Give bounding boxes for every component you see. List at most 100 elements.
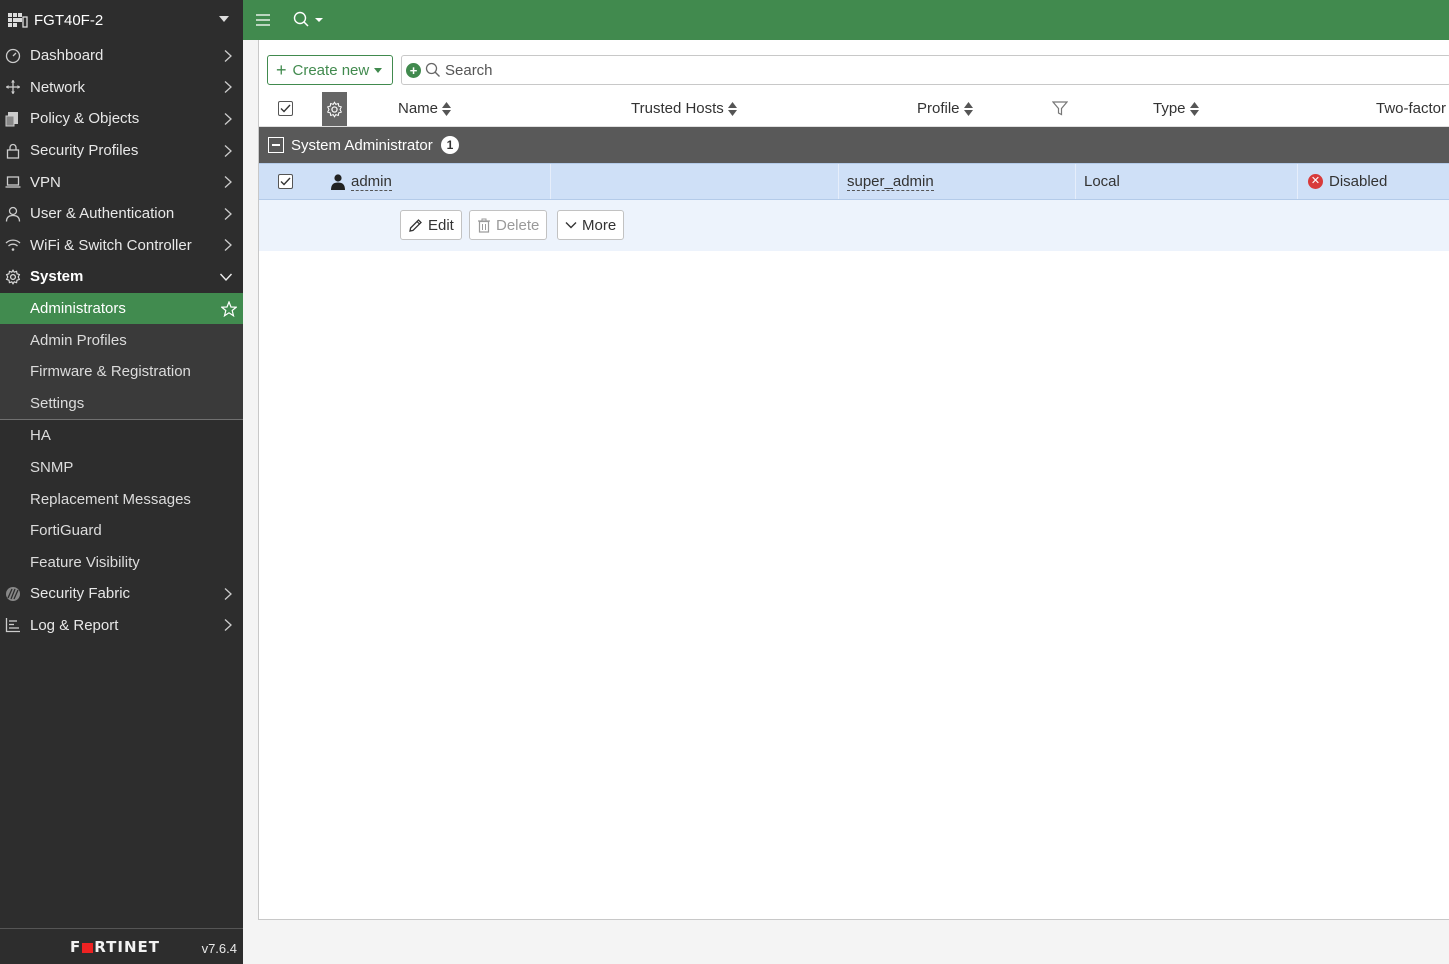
chevron-right-icon — [224, 207, 232, 220]
cell-name: admin — [331, 164, 551, 199]
type-value: Local — [1084, 173, 1120, 190]
error-icon: ✕ — [1308, 174, 1323, 189]
column-profile-label: Profile — [917, 100, 960, 117]
chevron-down-icon — [565, 222, 577, 229]
gear-icon — [326, 100, 343, 118]
column-header-profile[interactable]: Profile — [917, 90, 973, 127]
column-trusted-hosts-label: Trusted Hosts — [631, 100, 724, 117]
sidebar-item-label: Security Fabric — [30, 585, 131, 603]
sidebar-subitem-admin-profiles[interactable]: Admin Profiles — [0, 324, 243, 356]
sidebar-item-label: System — [30, 268, 84, 286]
global-search-icon[interactable] — [293, 11, 327, 29]
dashboard-icon — [4, 47, 22, 65]
create-new-label: Create new — [292, 61, 370, 79]
sidebar-subitem-snmp[interactable]: SNMP — [0, 452, 243, 484]
search-input[interactable] — [445, 61, 1045, 79]
sidebar: FGT40F-2 Dashboard Network Policy & Object… — [0, 0, 243, 964]
sidebar-subitem-ha[interactable]: HA — [0, 420, 243, 452]
fortinet-logo: F RTINET — [70, 938, 160, 956]
device-icon — [8, 13, 28, 28]
sidebar-subitem-label: Admin Profiles — [30, 331, 127, 349]
chevron-down-icon — [374, 67, 383, 73]
create-new-button[interactable]: + Create new — [267, 55, 393, 85]
search-icon — [425, 62, 440, 77]
star-icon[interactable] — [221, 300, 237, 317]
sidebar-subitem-label: Administrators — [30, 300, 126, 318]
sidebar-item-dashboard[interactable]: Dashboard — [0, 40, 243, 72]
column-header-type[interactable]: Type — [1153, 90, 1199, 127]
sidebar-item-log-and-report[interactable]: Log & Report — [0, 610, 243, 642]
sidebar-item-label: Policy & Objects — [30, 110, 140, 128]
sidebar-subitem-feature-visibility[interactable]: Feature Visibility — [0, 547, 243, 579]
sidebar-item-network[interactable]: Network — [0, 72, 243, 104]
chevron-right-icon — [224, 81, 232, 94]
main-content: + Create new + Search Name Trusted Hosts… — [243, 40, 1449, 964]
sidebar-item-vpn[interactable]: VPN — [0, 166, 243, 198]
sort-icon — [727, 101, 737, 116]
select-all-checkbox[interactable] — [278, 90, 293, 127]
group-row[interactable]: System Administrator 1 — [259, 127, 1449, 163]
sidebar-subitem-label: HA — [30, 427, 51, 445]
column-settings-button[interactable] — [322, 92, 347, 126]
table-header: Name Trusted Hosts Profile Type Two-fact… — [259, 90, 1449, 127]
pencil-icon — [409, 218, 422, 232]
column-header-two-factor[interactable]: Two-factor — [1376, 90, 1446, 127]
more-button[interactable]: More — [557, 210, 625, 240]
sidebar-item-wifi-and-switch-controller[interactable]: WiFi & Switch Controller — [0, 230, 243, 262]
column-name-label: Name — [398, 100, 439, 117]
chevron-down-icon — [219, 16, 229, 22]
sidebar-subitem-administrators[interactable]: Administrators — [0, 292, 243, 325]
user-icon — [4, 205, 22, 223]
sidebar-item-security-fabric[interactable]: Security Fabric — [0, 578, 243, 610]
sidebar-subitem-settings[interactable]: Settings — [0, 388, 243, 420]
sidebar-item-label: Security Profiles — [30, 142, 139, 160]
laptop-icon — [4, 173, 22, 191]
column-type-label: Type — [1153, 100, 1186, 117]
plus-icon: + — [276, 60, 287, 80]
sidebar-item-system[interactable]: System — [0, 261, 243, 293]
firmware-version: v7.6.4 — [201, 941, 237, 956]
delete-button[interactable]: Delete — [469, 210, 548, 240]
collapse-icon[interactable] — [268, 137, 284, 153]
chevron-right-icon — [224, 176, 232, 189]
sidebar-subitem-label: Feature Visibility — [30, 553, 140, 571]
device-selector[interactable]: FGT40F-2 — [0, 0, 243, 40]
add-filter-icon[interactable]: + — [406, 62, 421, 78]
row-checkbox[interactable] — [278, 164, 293, 199]
sidebar-subitem-firmware-and-registration[interactable]: Firmware & Registration — [0, 356, 243, 388]
sort-icon — [1189, 101, 1199, 116]
column-header-name[interactable]: Name — [398, 90, 452, 127]
profile-link[interactable]: super_admin — [847, 173, 934, 191]
table-row[interactable]: admin super_admin Local ✕ Disabled — [259, 163, 1449, 200]
lock-icon — [4, 142, 22, 160]
sort-icon — [963, 101, 973, 116]
filter-icon[interactable] — [1052, 90, 1068, 127]
cell-trusted-hosts — [551, 164, 839, 199]
sidebar-item-policy-and-objects[interactable]: Policy & Objects — [0, 103, 243, 135]
gear-icon — [4, 268, 22, 286]
sidebar-item-label: WiFi & Switch Controller — [30, 236, 192, 254]
sidebar-item-security-profiles[interactable]: Security Profiles — [0, 135, 243, 167]
trash-icon — [478, 218, 490, 233]
edit-label: Edit — [428, 216, 454, 234]
group-count-badge: 1 — [441, 136, 459, 154]
chevron-right-icon — [224, 239, 232, 252]
sidebar-subitem-fortiguard[interactable]: FortiGuard — [0, 515, 243, 547]
wifi-icon — [4, 236, 22, 254]
sidebar-item-user-and-authentication[interactable]: User & Authentication — [0, 198, 243, 230]
sidebar-subitem-replacement-messages[interactable]: Replacement Messages — [0, 483, 243, 515]
two-factor-value: Disabled — [1329, 173, 1388, 190]
chevron-right-icon — [224, 144, 232, 157]
sidebar-subitem-label: Firmware & Registration — [30, 363, 191, 381]
menu-icon[interactable] — [255, 12, 271, 28]
search-box[interactable]: + — [401, 55, 1449, 85]
policy-icon — [4, 110, 22, 128]
sort-icon — [442, 101, 452, 116]
delete-label: Delete — [496, 216, 540, 234]
sidebar-footer: F RTINET v7.6.4 — [0, 928, 243, 964]
sidebar-subitem-label: FortiGuard — [30, 522, 102, 540]
admin-name-link[interactable]: admin — [351, 173, 392, 191]
sidebar-item-label: User & Authentication — [30, 205, 175, 223]
edit-button[interactable]: Edit — [400, 210, 462, 240]
column-header-trusted-hosts[interactable]: Trusted Hosts — [631, 90, 737, 127]
